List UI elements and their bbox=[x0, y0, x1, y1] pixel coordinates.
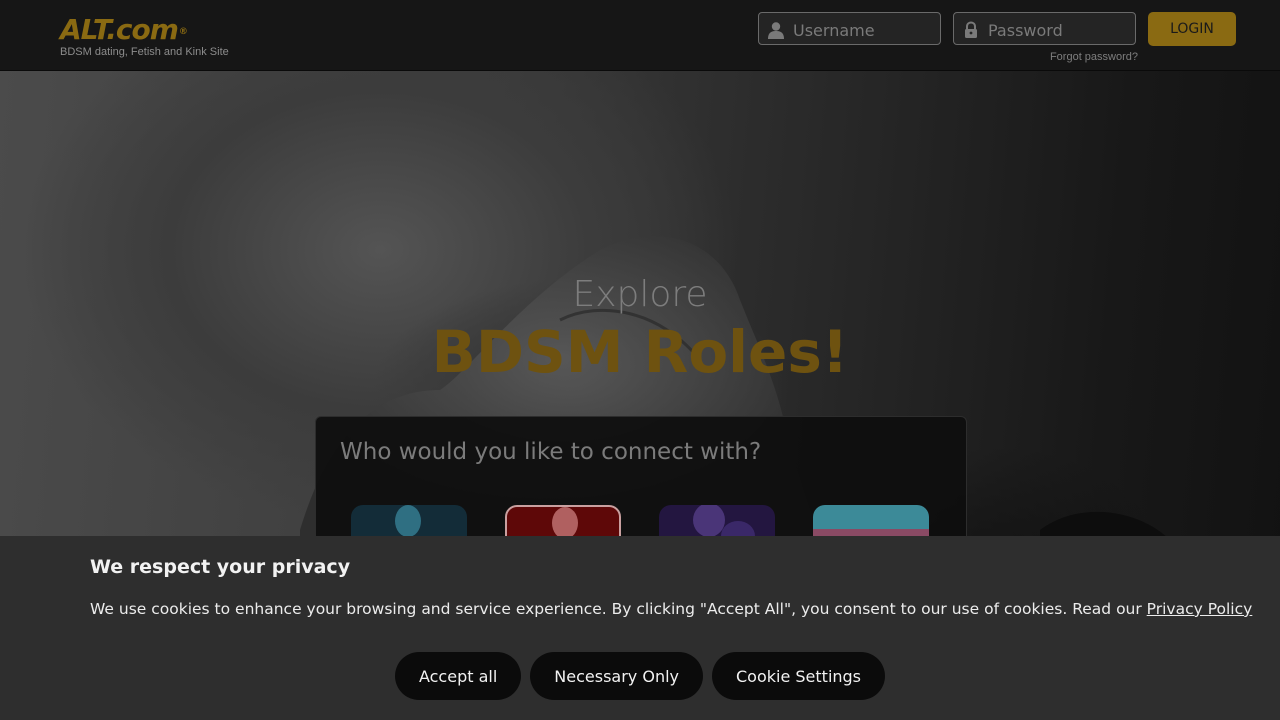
username-input[interactable] bbox=[791, 17, 939, 43]
cookie-title: We respect your privacy bbox=[90, 556, 351, 578]
accept-all-button[interactable]: Accept all bbox=[394, 652, 522, 700]
user-icon bbox=[768, 22, 784, 39]
cookie-settings-button[interactable]: Cookie Settings bbox=[712, 652, 886, 700]
lock-icon bbox=[965, 21, 977, 38]
hero-headline: BDSM Roles! bbox=[431, 318, 849, 386]
login-button[interactable]: LOGIN bbox=[1148, 12, 1236, 46]
site-tagline: BDSM dating, Fetish and Kink Site bbox=[60, 46, 229, 58]
site-logo[interactable]: ALT.com® bbox=[60, 12, 188, 48]
password-input[interactable] bbox=[986, 17, 1134, 43]
forgot-password-link[interactable]: Forgot password? bbox=[1047, 51, 1138, 63]
connect-title: Who would you like to connect with? bbox=[340, 439, 762, 465]
cookie-text-body: We use cookies to enhance your browsing … bbox=[90, 600, 1147, 618]
cookie-banner: We respect your privacy We use cookies t… bbox=[0, 536, 1280, 720]
logo-text: ALT.com bbox=[60, 13, 179, 46]
cookie-text: We use cookies to enhance your browsing … bbox=[90, 600, 1252, 618]
registered-mark: ® bbox=[178, 27, 188, 37]
hero-explore-text: Explore bbox=[572, 274, 708, 315]
cookie-buttons: Accept all Necessary Only Cookie Setting… bbox=[0, 652, 1280, 700]
necessary-only-button[interactable]: Necessary Only bbox=[530, 652, 703, 700]
username-field[interactable] bbox=[758, 12, 941, 45]
password-field[interactable] bbox=[953, 12, 1136, 45]
site-header: ALT.com® BDSM dating, Fetish and Kink Si… bbox=[0, 0, 1280, 71]
privacy-policy-link[interactable]: Privacy Policy bbox=[1147, 600, 1253, 618]
